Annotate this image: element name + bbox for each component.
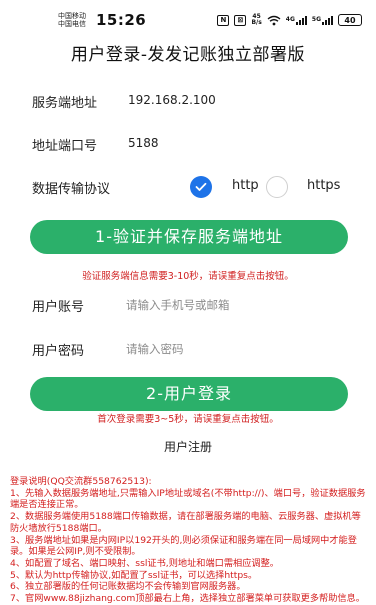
- password-label: 用户密码: [32, 344, 85, 359]
- server-port-field[interactable]: 5188: [128, 136, 159, 150]
- nfc-icon: N: [217, 14, 230, 26]
- register-link[interactable]: 用户注册: [0, 438, 376, 455]
- https-radio[interactable]: [266, 176, 288, 198]
- server-address-label: 服务端地址: [32, 96, 98, 111]
- checkmark-icon: [195, 182, 207, 191]
- instruction-item: 5、默认为http传输协议,如配置了ssl证书，可以选择https。: [10, 569, 258, 581]
- https-option-label[interactable]: https: [307, 178, 340, 193]
- instruction-item: 2、数据服务端使用5188端口传输数据，请在部署服务端的电脑、云服务器、虚拟机等…: [10, 511, 361, 534]
- verify-hint: 验证服务端信息需要3-10秒，请误重复点击按钮。: [82, 271, 294, 282]
- verify-save-button[interactable]: 1-验证并保存服务端地址: [30, 220, 348, 254]
- wifi-icon: [267, 15, 281, 25]
- network-speed: 45 B/s: [251, 14, 261, 26]
- account-input[interactable]: [126, 296, 336, 314]
- server-port-label: 地址端口号: [32, 139, 98, 154]
- login-button[interactable]: 2-用户登录: [30, 377, 348, 411]
- net-label-1: 4G: [285, 15, 295, 23]
- http-option-label[interactable]: http: [232, 178, 259, 193]
- vibrate-icon: ⊠: [234, 14, 247, 26]
- account-label: 用户账号: [32, 300, 85, 315]
- signal-1-icon: 4G: [285, 15, 307, 25]
- battery-icon: 40: [338, 14, 362, 26]
- status-icons: N ⊠ 45 B/s 4G 5G 40: [217, 13, 362, 27]
- instruction-item: 4、如配置了域名、端口映射、ssl证书,则地址和端口需相应调整。: [10, 557, 279, 569]
- carrier-info: 中国移动 中国电信: [58, 12, 94, 28]
- protocol-label: 数据传输协议: [32, 182, 111, 197]
- instruction-item: 6、独立部署版的任何记账数据均不会传输到官网服务器。: [10, 581, 246, 593]
- instruction-item: 1、先输入数据服务端地址,只需输入IP地址或域名(不带http://)、端口号，…: [10, 487, 366, 511]
- server-address-field[interactable]: 192.168.2.100: [128, 93, 216, 107]
- carrier-2: 中国电信: [58, 20, 86, 28]
- password-input[interactable]: [126, 340, 336, 358]
- protocol-row: 数据传输协议 http https: [0, 172, 376, 200]
- status-bar: 中国移动 中国电信 15:26 N ⊠ 45 B/s 4G 5G 40: [0, 0, 376, 34]
- carrier-1: 中国移动: [58, 12, 86, 20]
- login-instructions: 登录说明(QQ交流群558762513): 1、先输入数据服务端地址,只需输入I…: [10, 476, 368, 605]
- login-hint: 首次登录需要3~5秒，请误重复点击按钮。: [97, 414, 279, 425]
- network-speed-unit: B/s: [251, 19, 262, 26]
- signal-2-icon: 5G: [311, 15, 333, 25]
- http-radio[interactable]: [190, 176, 212, 198]
- clock: 15:26: [96, 11, 147, 29]
- net-label-2: 5G: [311, 15, 321, 23]
- page-title: 用户登录-发发记账独立部署版: [70, 45, 306, 65]
- instruction-item: 7、官网www.88jizhang.com顶部最右上角，选择独立部署菜单可获取更…: [10, 593, 365, 605]
- instruction-item: 3、服务端地址如果是内网IP以192开头的,则必须保证和服务端在同一局域网中才能…: [10, 534, 357, 558]
- instructions-title: 登录说明(QQ交流群558762513):: [10, 476, 152, 487]
